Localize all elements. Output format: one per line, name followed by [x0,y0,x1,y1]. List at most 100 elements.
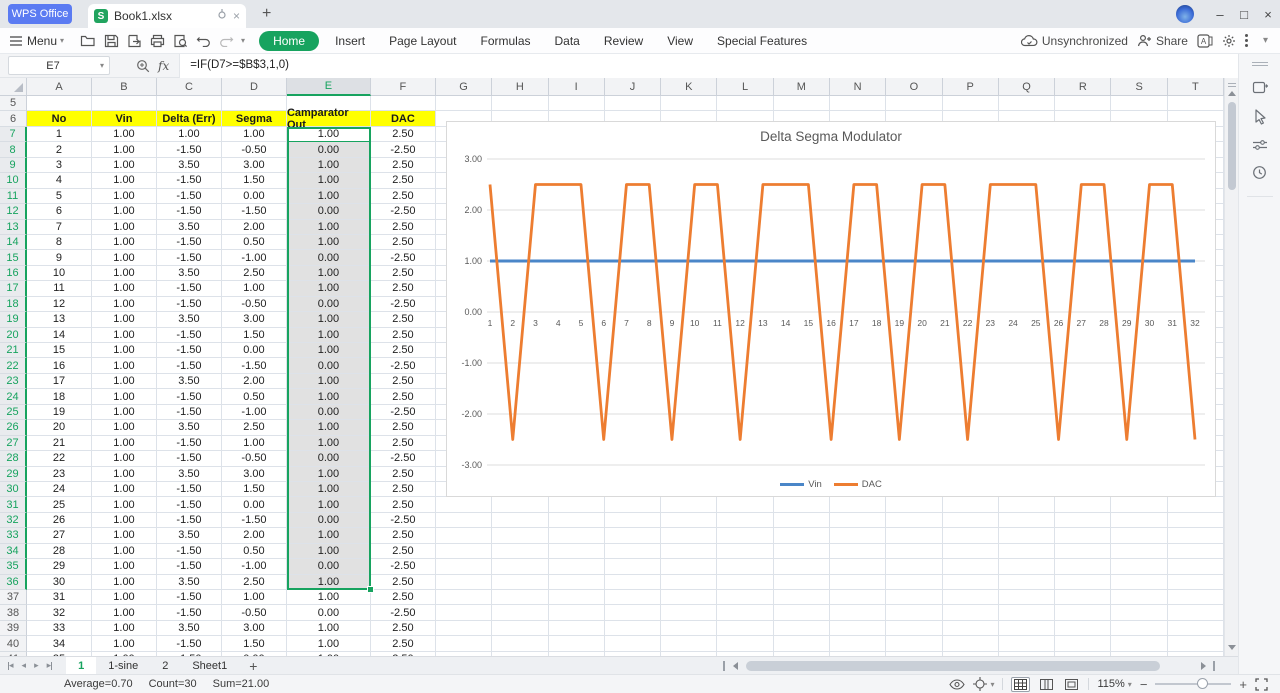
row-header-21[interactable]: 21 [0,343,27,358]
col-header-R[interactable]: R [1055,78,1111,96]
row-header-38[interactable]: 38 [0,605,27,620]
cell-A5[interactable] [27,96,92,111]
col-header-E[interactable]: E [287,78,371,96]
cell-M36[interactable] [774,575,830,590]
cell-B6[interactable]: Vin [92,111,157,126]
toolbar-more-icon[interactable]: ▾ [241,36,245,45]
cell-A39[interactable]: 33 [27,621,92,636]
sheet-tab-sheet1[interactable]: Sheet1 [180,657,239,674]
pin-tab-icon[interactable] [217,9,227,23]
cell-O31[interactable] [886,497,942,512]
cell-F6[interactable]: DAC [371,111,436,126]
cell-I32[interactable] [549,513,605,528]
cell-H34[interactable] [492,544,548,559]
cell-A15[interactable]: 9 [27,250,92,265]
cell-E33[interactable]: 1.00 [287,528,371,543]
cell-J33[interactable] [605,528,661,543]
cell-D22[interactable]: -1.50 [222,358,287,373]
cell-A28[interactable]: 22 [27,451,92,466]
cell-F31[interactable]: 2.50 [371,497,436,512]
cell-A24[interactable]: 18 [27,389,92,404]
cell-B14[interactable]: 1.00 [92,235,157,250]
cell-D6[interactable]: Segma [222,111,287,126]
cell-T35[interactable] [1168,559,1224,574]
cell-B25[interactable]: 1.00 [92,405,157,420]
cell-F38[interactable]: -2.50 [371,605,436,620]
cell-F25[interactable]: -2.50 [371,405,436,420]
cell-L34[interactable] [717,544,773,559]
cell-L31[interactable] [717,497,773,512]
cell-E13[interactable]: 1.00 [287,220,371,235]
eye-icon[interactable] [949,679,965,690]
cell-E9[interactable]: 1.00 [287,158,371,173]
row-header-31[interactable]: 31 [0,497,27,512]
cell-G38[interactable] [436,605,492,620]
cell-M31[interactable] [774,497,830,512]
cell-A30[interactable]: 24 [27,482,92,497]
task-pane-button[interactable] [1239,80,1280,95]
cell-J35[interactable] [605,559,661,574]
fullscreen-icon[interactable] [1255,678,1268,691]
cell-D39[interactable]: 3.00 [222,621,287,636]
cell-M37[interactable] [774,590,830,605]
cell-C25[interactable]: -1.50 [157,405,222,420]
cell-L32[interactable] [717,513,773,528]
cell-B9[interactable]: 1.00 [92,158,157,173]
cell-A20[interactable]: 14 [27,328,92,343]
cell-N32[interactable] [830,513,886,528]
cell-C21[interactable]: -1.50 [157,343,222,358]
hscroll-splitter[interactable] [1213,661,1215,671]
settings-button[interactable] [1239,139,1280,151]
cell-S40[interactable] [1111,636,1167,651]
cell-D7[interactable]: 1.00 [222,127,287,142]
col-header-B[interactable]: B [92,78,157,96]
print-icon[interactable] [150,34,165,48]
ribbon-tab-special-features[interactable]: Special Features [705,34,819,48]
cell-F28[interactable]: -2.50 [371,451,436,466]
cell-E21[interactable]: 1.00 [287,343,371,358]
translate-icon[interactable]: A [1197,34,1213,48]
ribbon-tab-view[interactable]: View [655,34,705,48]
scroll-up-icon[interactable] [1228,91,1236,96]
cell-H5[interactable] [492,96,548,111]
ribbon-tab-review[interactable]: Review [592,34,655,48]
cell-C29[interactable]: 3.50 [157,467,222,482]
cell-E36[interactable]: 1.00 [287,575,371,590]
horizontal-scroll-thumb[interactable] [746,661,1160,671]
cell-R31[interactable] [1055,497,1111,512]
cell-B11[interactable]: 1.00 [92,189,157,204]
name-box-dropdown-icon[interactable]: ▾ [100,61,104,70]
cell-C27[interactable]: -1.50 [157,436,222,451]
cell-F24[interactable]: 2.50 [371,389,436,404]
row-header-15[interactable]: 15 [0,250,27,265]
cell-K32[interactable] [661,513,717,528]
cell-J39[interactable] [605,621,661,636]
cell-F26[interactable]: 2.50 [371,420,436,435]
cell-E10[interactable]: 1.00 [287,173,371,188]
cell-R37[interactable] [1055,590,1111,605]
cell-E27[interactable]: 1.00 [287,436,371,451]
row-header-8[interactable]: 8 [0,142,27,157]
cell-B22[interactable]: 1.00 [92,358,157,373]
cell-C14[interactable]: -1.50 [157,235,222,250]
cell-A12[interactable]: 6 [27,204,92,219]
cell-B28[interactable]: 1.00 [92,451,157,466]
cell-C31[interactable]: -1.50 [157,497,222,512]
fx-icon[interactable]: fx [158,59,169,73]
cell-K39[interactable] [661,621,717,636]
cell-A31[interactable]: 25 [27,497,92,512]
cell-A17[interactable]: 11 [27,281,92,296]
cell-D27[interactable]: 1.00 [222,436,287,451]
cell-K5[interactable] [661,96,717,111]
cell-S35[interactable] [1111,559,1167,574]
new-tab-button[interactable]: + [262,5,271,23]
zoom-slider-knob[interactable] [1197,678,1208,689]
row-header-37[interactable]: 37 [0,590,27,605]
cell-C20[interactable]: -1.50 [157,328,222,343]
cell-E28[interactable]: 0.00 [287,451,371,466]
cell-G5[interactable] [436,96,492,111]
cell-A14[interactable]: 8 [27,235,92,250]
cell-Q40[interactable] [999,636,1055,651]
cell-B34[interactable]: 1.00 [92,544,157,559]
cell-F17[interactable]: 2.50 [371,281,436,296]
